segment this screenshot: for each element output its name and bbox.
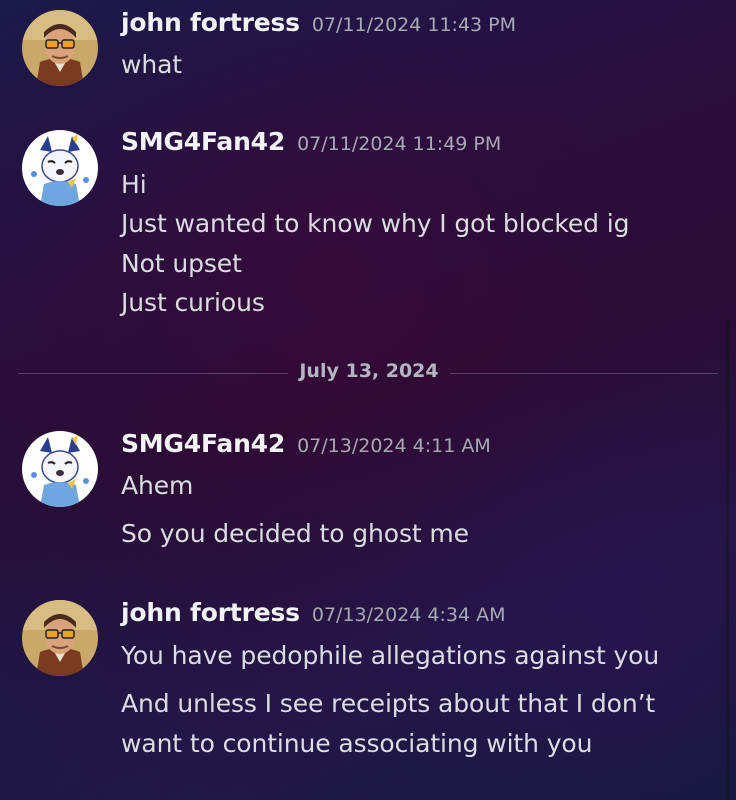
man-with-sunglasses-avatar-icon[interactable] [22,10,98,86]
message-text: Just wanted to know why I got blocked ig [121,209,630,238]
divider-line [450,373,718,374]
message-text: Just curious [121,288,265,317]
message-timestamp: 07/11/2024 11:43 PM [311,14,517,36]
message-text: So you decided to ghost me [121,519,469,548]
message-text: what [121,50,183,79]
date-divider-label: July 13, 2024 [299,360,439,382]
message-timestamp: 07/13/2024 4:34 AM [311,604,506,626]
message-text: And unless I see receipts about that I d… [121,689,656,718]
message-timestamp: 07/11/2024 11:49 PM [297,133,502,155]
message-author[interactable]: SMG4Fan42 [121,127,285,156]
cartoon-character-avatar-icon[interactable] [22,130,98,206]
message-author[interactable]: john fortress [121,8,300,37]
message-text: want to continue associating with you [121,729,593,758]
message-text: Hi [121,170,147,199]
scrollbar[interactable] [726,318,729,800]
date-divider: July 13, 2024 [18,360,718,382]
divider-line [18,373,288,374]
man-with-sunglasses-avatar-icon[interactable] [22,600,98,676]
message-author[interactable]: SMG4Fan42 [121,429,285,458]
message-text: Ahem [121,471,194,500]
message-text: Not upset [121,249,242,278]
message-text: You have pedophile allegations against y… [121,641,660,670]
cartoon-character-avatar-icon[interactable] [22,431,98,507]
message-author[interactable]: john fortress [121,598,300,627]
chat-message-list[interactable]: john fortress 07/11/2024 11:43 PM what S… [0,0,736,800]
message-timestamp: 07/13/2024 4:11 AM [297,435,491,457]
